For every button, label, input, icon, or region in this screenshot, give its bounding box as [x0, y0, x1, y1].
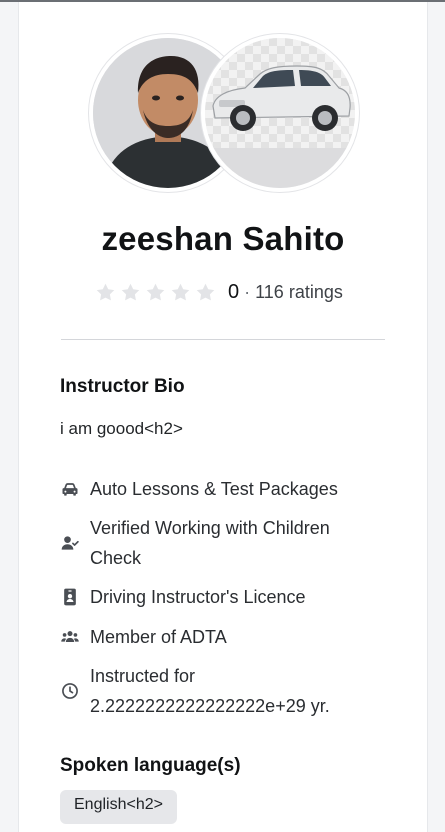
star-icon	[96, 283, 115, 300]
clock-icon	[60, 681, 80, 701]
feature-label: Instructed for 2.2222222222222222e+29 yr…	[90, 666, 330, 716]
language-tag: English<h2>	[60, 790, 177, 824]
feature-label: Auto Lessons & Test Packages	[90, 479, 338, 499]
rating-count[interactable]: 116 ratings	[255, 282, 343, 303]
star-icon	[196, 283, 215, 300]
user-check-icon	[60, 533, 80, 553]
instructor-profile-card: zeeshan Sahito 0 · 116 ratings Instructo…	[18, 2, 428, 832]
rating-separator: ·	[244, 281, 251, 302]
feature-adta-member: Member of ADTA	[60, 622, 227, 652]
feature-children-check: Verified Working with Children Check	[60, 513, 380, 573]
rating-value: 0	[228, 280, 240, 303]
bio-text: i am goood<h2>	[60, 419, 183, 438]
star-icon	[146, 283, 165, 300]
users-group-icon	[60, 627, 80, 647]
id-card-icon	[60, 587, 80, 607]
star-icon	[121, 283, 140, 300]
feature-licence: Driving Instructor's Licence	[60, 582, 306, 612]
feature-auto-lessons: Auto Lessons & Test Packages	[60, 474, 338, 504]
divider	[61, 339, 385, 340]
feature-label: Verified Working with Children Check	[90, 518, 330, 568]
star-rating	[95, 282, 216, 303]
car-avatar	[201, 34, 359, 192]
instructor-name: zeeshan Sahito	[101, 220, 345, 257]
star-icon	[171, 283, 190, 300]
bio-heading: Instructor Bio	[60, 376, 185, 397]
feature-label: Member of ADTA	[90, 627, 227, 647]
avatar-group	[89, 34, 379, 194]
rating-summary: 0 · 116 ratings	[95, 278, 343, 306]
feature-label: Driving Instructor's Licence	[90, 587, 306, 607]
car-icon	[60, 479, 80, 499]
languages-heading: Spoken language(s)	[60, 755, 241, 776]
feature-instructed-for: Instructed for 2.2222222222222222e+29 yr…	[60, 661, 390, 721]
